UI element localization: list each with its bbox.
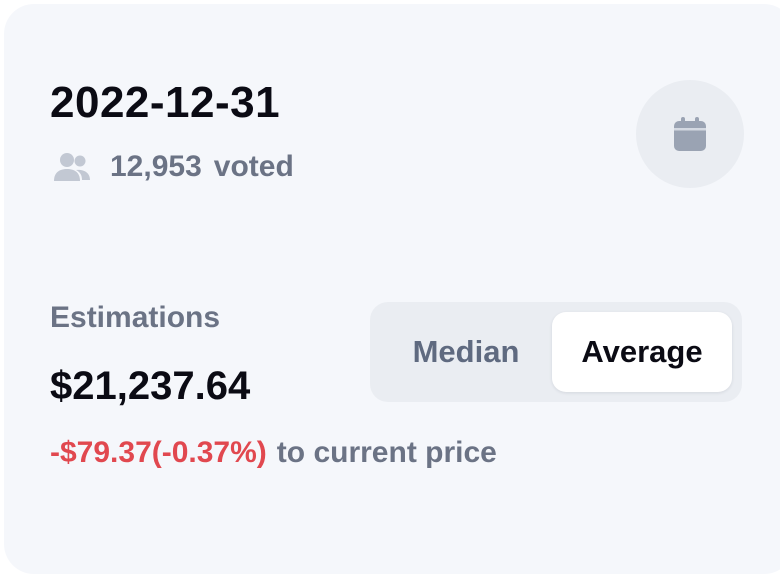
price-change: -$79.37(-0.37%) to current price	[50, 436, 497, 470]
votes-count: 12,953	[110, 150, 202, 183]
price-change-suffix: to current price	[276, 436, 497, 469]
estimation-mode-toggle: Median Average	[370, 302, 742, 402]
estimation-value: $21,237.64	[50, 364, 251, 408]
vote-card: 2022-12-31 12,953 voted Estimations $21,…	[4, 4, 780, 574]
calendar-button[interactable]	[636, 80, 744, 188]
toggle-average-button[interactable]: Average	[552, 312, 732, 392]
users-icon	[54, 153, 90, 181]
target-date: 2022-12-31	[50, 78, 281, 127]
toggle-median-button[interactable]: Median	[380, 312, 552, 392]
calendar-icon	[674, 117, 706, 151]
estimations-label: Estimations	[50, 301, 221, 334]
price-change-delta: -$79.37(-0.37%)	[50, 436, 267, 469]
votes-label: voted	[213, 150, 294, 183]
votes-summary: 12,953 voted	[52, 150, 294, 184]
